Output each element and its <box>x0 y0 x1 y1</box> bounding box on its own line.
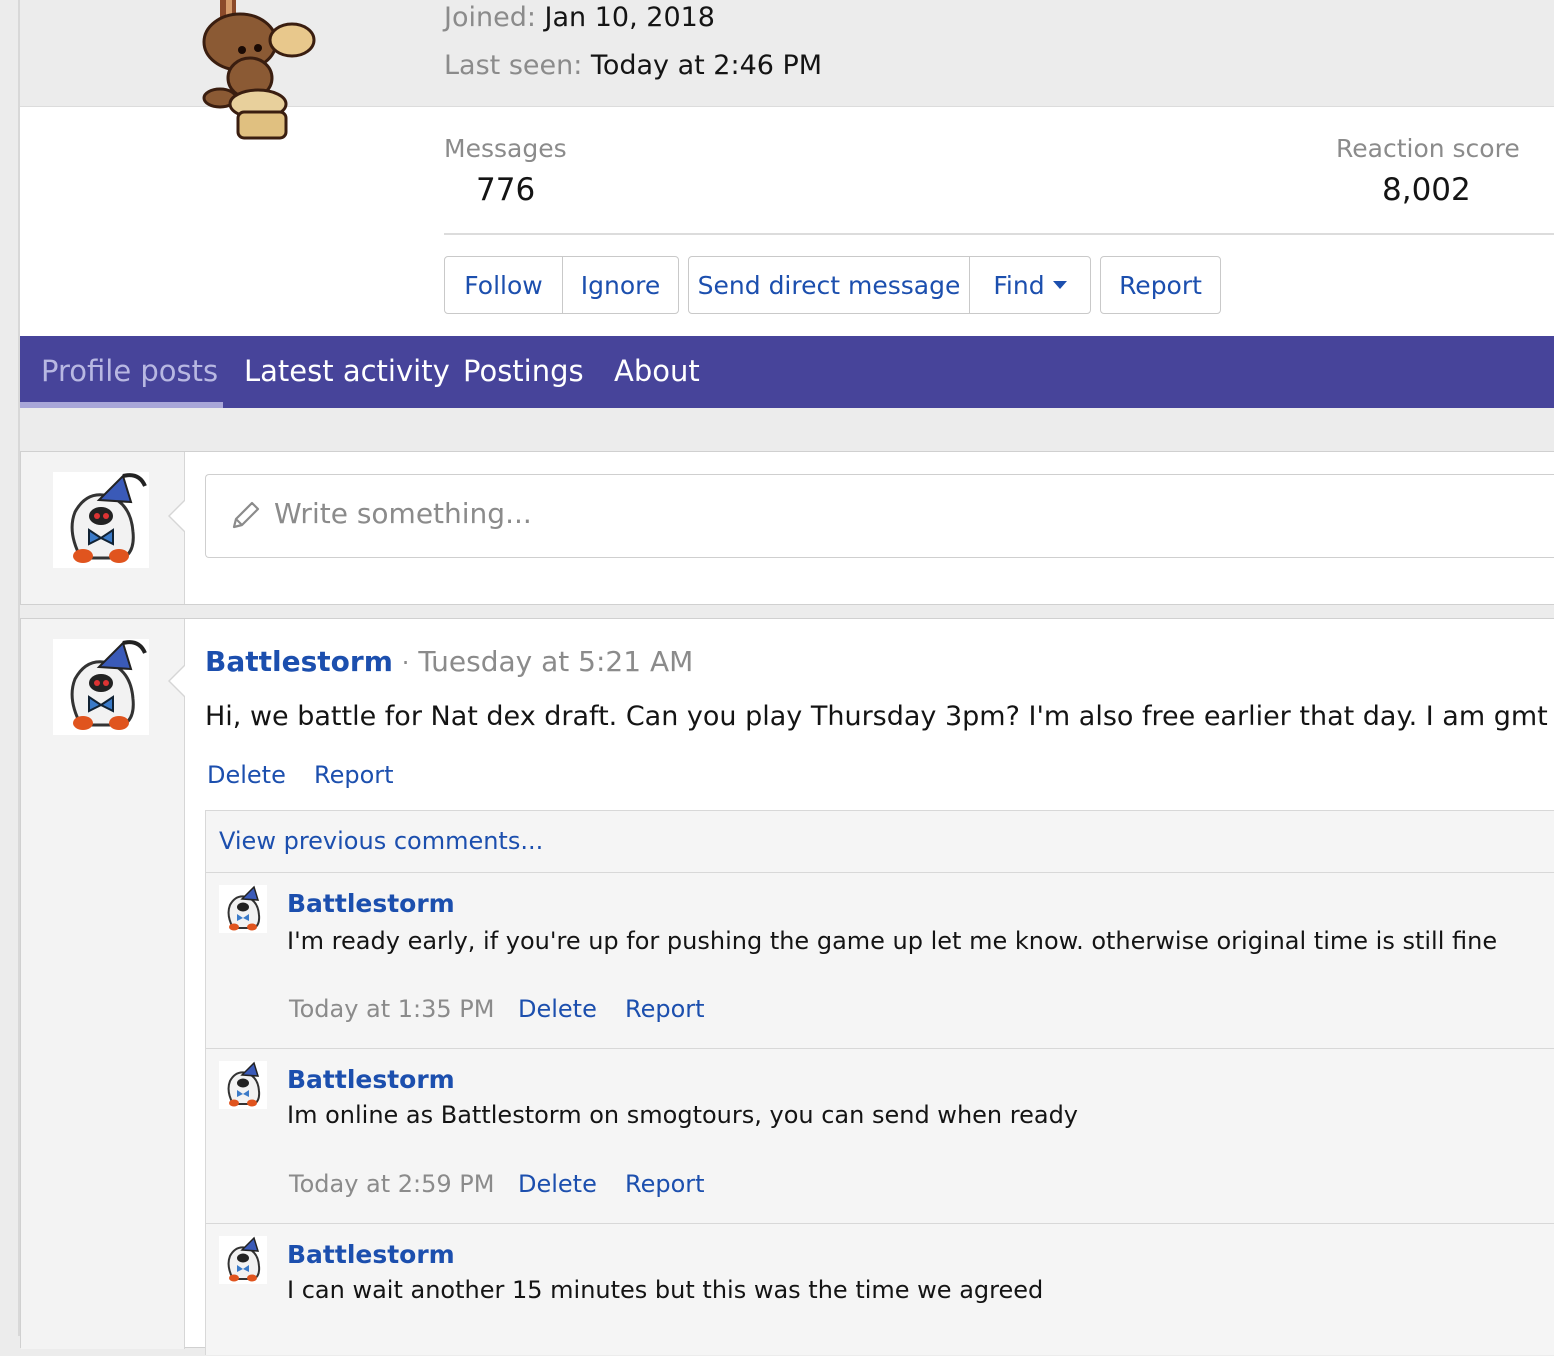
ignore-button[interactable]: Ignore <box>562 257 678 313</box>
viewer-avatar[interactable] <box>53 472 149 568</box>
last-seen-value: Today at 2:46 PM <box>590 50 823 81</box>
post-author-avatar[interactable] <box>53 639 149 735</box>
joined-value: Jan 10, 2018 <box>544 2 715 33</box>
comment-report-link[interactable]: Report <box>625 1170 705 1198</box>
post-delete-link[interactable]: Delete <box>207 761 286 789</box>
comment-delete-link[interactable]: Delete <box>518 995 597 1023</box>
comment-item: Battlestorm Im online as Battlestorm on … <box>206 1048 1554 1223</box>
tab-latest-activity[interactable]: Latest activity <box>244 336 450 408</box>
comment-time[interactable]: Today at 2:59 PM <box>289 1170 495 1198</box>
comment-item: Battlestorm I can wait another 15 minute… <box>206 1223 1554 1356</box>
messages-label: Messages <box>444 134 567 163</box>
stats-divider <box>444 233 1554 235</box>
profile-avatar[interactable] <box>180 0 320 145</box>
joined-label: Joined: <box>444 2 536 33</box>
comment-avatar[interactable] <box>219 885 267 933</box>
comment-report-link[interactable]: Report <box>625 995 705 1023</box>
report-group: Report <box>1100 256 1221 314</box>
comment-author-link[interactable]: Battlestorm <box>287 1240 455 1269</box>
find-dropdown-button[interactable]: Find <box>969 257 1090 313</box>
view-previous-comments-link[interactable]: View previous comments... <box>219 827 543 855</box>
comment-text: Im online as Battlestorm on smogtours, y… <box>287 1101 1079 1129</box>
caret-down-icon <box>1052 281 1067 289</box>
comment-time[interactable]: Today at 1:35 PM <box>289 995 495 1023</box>
comment-avatar[interactable] <box>219 1236 267 1284</box>
profile-tabs: Profile posts Latest activity Postings A… <box>20 336 1554 408</box>
report-user-button[interactable]: Report <box>1101 257 1220 313</box>
comments-section: View previous comments... Battlestorm I'… <box>205 810 1554 1355</box>
last-seen-row: Last seen: Today at 2:46 PM <box>444 50 822 81</box>
comment-author-link[interactable]: Battlestorm <box>287 1065 455 1094</box>
post-report-link[interactable]: Report <box>314 761 394 789</box>
messages-value[interactable]: 776 <box>476 172 535 208</box>
post-pointer <box>168 665 185 697</box>
last-seen-label: Last seen: <box>444 50 583 81</box>
follow-button[interactable]: Follow <box>445 257 562 313</box>
tab-about[interactable]: About <box>614 336 700 408</box>
joined-row: Joined: Jan 10, 2018 <box>444 2 715 33</box>
active-tab-indicator <box>20 402 223 408</box>
reaction-score-value[interactable]: 8,002 <box>1382 172 1471 208</box>
compose-panel: Write something... <box>20 451 1554 605</box>
comment-text: I can wait another 15 minutes but this w… <box>287 1276 1044 1304</box>
profile-post: Battlestorm · Tuesday at 5:21 AM Hi, we … <box>20 618 1554 1355</box>
comment-text: I'm ready early, if you're up for pushin… <box>287 927 1498 955</box>
comment-item: Battlestorm I'm ready early, if you're u… <box>206 872 1554 1048</box>
compose-placeholder: Write something... <box>274 497 532 530</box>
profile-header: Joined: Jan 10, 2018 Last seen: Today at… <box>20 0 1554 336</box>
write-something-input[interactable]: Write something... <box>205 474 1554 558</box>
compose-pointer <box>168 500 185 532</box>
pencil-icon <box>232 501 260 529</box>
message-find-group: Send direct message Find <box>688 256 1091 314</box>
comment-author-link[interactable]: Battlestorm <box>287 889 455 918</box>
post-author-link[interactable]: Battlestorm <box>205 645 393 678</box>
reaction-score-label: Reaction score <box>1336 134 1520 163</box>
tab-postings[interactable]: Postings <box>463 336 584 408</box>
send-direct-message-button[interactable]: Send direct message <box>689 257 969 313</box>
comment-delete-link[interactable]: Delete <box>518 1170 597 1198</box>
follow-ignore-group: Follow Ignore <box>444 256 679 314</box>
post-separator: · <box>401 649 410 677</box>
tab-profile-posts[interactable]: Profile posts <box>41 336 218 408</box>
find-label: Find <box>993 270 1045 300</box>
post-body: Hi, we battle for Nat dex draft. Can you… <box>205 701 1554 732</box>
post-header: Battlestorm · Tuesday at 5:21 AM <box>205 645 693 678</box>
comment-avatar[interactable] <box>219 1061 267 1109</box>
post-time[interactable]: Tuesday at 5:21 AM <box>418 645 693 678</box>
